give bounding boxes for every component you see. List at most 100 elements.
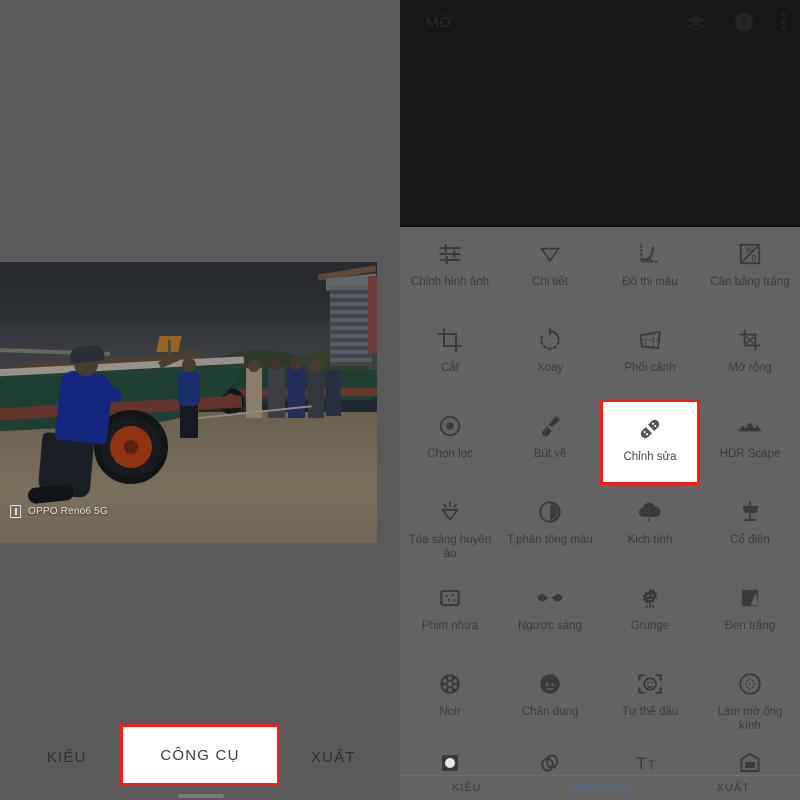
tool-nguoc-sang[interactable]: Ngược sáng: [500, 571, 600, 657]
vignette-icon: [438, 751, 462, 775]
stack-layers-icon[interactable]: [685, 11, 707, 33]
editor-topbar: MỞ: [400, 0, 800, 44]
tool-chan-dung[interactable]: Chân dung: [500, 657, 600, 743]
tool-grunge[interactable]: Grunge: [600, 571, 700, 657]
portrait-face-icon: [537, 667, 563, 701]
tool-tphan-tong-mau[interactable]: T.phản tông màu: [500, 485, 600, 571]
left-bottom-tabbar: KIỂU XUẤT CÔNG CỤ: [0, 724, 400, 786]
healing-bandage-icon: [636, 412, 664, 446]
crop-icon: [437, 323, 463, 357]
expand-icon: [737, 323, 763, 357]
rtab-xuat[interactable]: XUẤT: [667, 782, 800, 794]
black-white-icon: [737, 581, 763, 615]
head-pose-icon: [636, 667, 664, 701]
tool-label: T.phản tông màu: [507, 534, 593, 546]
tonal-contrast-icon: [537, 495, 563, 529]
svg-text:B: B: [751, 254, 756, 263]
tune-sliders-icon: [437, 237, 463, 271]
tool-tu-the-dau[interactable]: Tư thế đầu: [600, 657, 700, 743]
tool-toa-sang-huyen-ao[interactable]: Tỏa sáng huyền ảo: [400, 485, 500, 571]
tools-partial-grid: T T: [400, 747, 800, 775]
tool-label: Tỏa sáng huyền ảo: [408, 534, 492, 561]
text-icon: T T: [635, 751, 665, 775]
info-icon[interactable]: [733, 11, 755, 33]
retrolux-icon: [535, 581, 565, 615]
tab-kieu[interactable]: KIỂU: [0, 749, 133, 766]
tab-cong-cu-highlight-box[interactable]: CÔNG CỤ: [120, 724, 280, 786]
tool-label: Cân bằng trắng: [710, 276, 790, 288]
curves-icon: [637, 237, 663, 271]
tool-label: Bút vẽ: [533, 448, 567, 460]
tool-label: Cổ điển: [730, 534, 770, 546]
tool-label: Chân dung: [521, 706, 579, 718]
tool-xoay[interactable]: Xoay: [500, 313, 600, 399]
mountains-icon: [736, 409, 764, 443]
tool-chinh-hinh-anh[interactable]: Chỉnh hình ảnh: [400, 227, 500, 313]
tool-hdr-scape[interactable]: HDR Scape: [700, 399, 800, 485]
home-indicator: [178, 794, 224, 798]
tools-grid: Chỉnh hình ảnh Chi tiết Đồ thị màu W B C…: [400, 227, 800, 743]
white-balance-icon: W B: [737, 237, 763, 271]
screen-root: OPPO Reno6 5G KIỂU XUẤT CÔNG CỤ MỞ Chỉnh…: [0, 0, 800, 800]
editor-canvas-area[interactable]: [400, 44, 800, 227]
tool-frames[interactable]: [700, 751, 800, 775]
tool-noir[interactable]: Noir: [400, 657, 500, 743]
tool-vignette[interactable]: [400, 751, 500, 775]
tool-do-thi-mau[interactable]: Đồ thị màu: [600, 227, 700, 313]
triangle-down-icon: [537, 237, 563, 271]
tool-label: Chỉnh sửa: [623, 451, 677, 463]
tool-label: Đen trắng: [724, 620, 776, 632]
tool-co-dien[interactable]: Cổ điển: [700, 485, 800, 571]
open-button-label[interactable]: MỞ: [426, 14, 453, 31]
rtab-kieu[interactable]: KIỂU: [400, 782, 533, 794]
tool-can-bang-trang[interactable]: W B Cân bằng trắng: [700, 227, 800, 313]
watermark-text: OPPO Reno6 5G: [28, 506, 108, 517]
tool-phoi-canh[interactable]: Phối cảnh: [600, 313, 700, 399]
tool-label: Mở rộng: [728, 362, 772, 374]
overflow-menu-icon[interactable]: [781, 12, 786, 32]
tool-label: Phối cảnh: [624, 362, 676, 374]
right-panel: MỞ Chỉnh hình ảnh Chi tiết Đồ thị màu W …: [400, 0, 800, 800]
left-panel: OPPO Reno6 5G KIỂU XUẤT CÔNG CỤ: [0, 0, 400, 800]
right-bottom-tabbar: KIỂU CÔNG CỤ XUẤT: [400, 775, 800, 800]
tool-label: HDR Scape: [719, 448, 781, 460]
tool-cat[interactable]: Cắt: [400, 313, 500, 399]
rtab-cong-cu[interactable]: CÔNG CỤ: [533, 782, 666, 794]
tool-label: Phim nhựa: [421, 620, 479, 632]
tab-cong-cu-label: CÔNG CỤ: [160, 746, 240, 764]
tab-xuat[interactable]: XUẤT: [267, 749, 400, 766]
perspective-icon: [636, 323, 664, 357]
selective-dot-icon: [437, 409, 463, 443]
frames-icon: [738, 751, 762, 775]
tool-chon-loc[interactable]: Chọn lọc: [400, 399, 500, 485]
tools-partial-row: T T: [400, 747, 800, 775]
tool-double-exposure[interactable]: [500, 751, 600, 775]
tool-label: Chi tiết: [532, 276, 568, 288]
film-reel-icon: [437, 667, 463, 701]
svg-text:T: T: [648, 758, 656, 772]
photo-preview[interactable]: OPPO Reno6 5G: [0, 262, 377, 543]
tool-label: Kịch tính: [627, 534, 673, 546]
topbar-icon-group: [685, 11, 786, 33]
tool-phim-nhua[interactable]: Phim nhựa: [400, 571, 500, 657]
tool-kich-tinh[interactable]: Kịch tính: [600, 485, 700, 571]
tool-chi-tiet[interactable]: Chi tiết: [500, 227, 600, 313]
tool-chinh-sua[interactable]: Chỉnh sửa: [600, 399, 700, 485]
tool-mo-rong[interactable]: Mở rộng: [700, 313, 800, 399]
photo-dim-overlay: [0, 262, 377, 543]
rotate-icon: [537, 323, 563, 357]
tool-label: Noir: [439, 706, 461, 718]
tool-lam-mo-ong-kinh[interactable]: Làm mờ ống kính: [700, 657, 800, 743]
tool-text[interactable]: T T: [600, 751, 700, 775]
tools-panel: Chỉnh hình ảnh Chi tiết Đồ thị màu W B C…: [400, 227, 800, 747]
tool-label: Tư thế đầu: [621, 706, 679, 718]
tool-label: Cắt: [441, 362, 459, 374]
drama-cloud-icon: [636, 495, 664, 529]
tool-but-ve[interactable]: Bút vẽ: [500, 399, 600, 485]
grunge-icon: [637, 581, 663, 615]
tool-label: Xoay: [536, 362, 564, 374]
brush-icon: [537, 409, 563, 443]
glamour-glow-icon: [437, 495, 463, 529]
tool-label: Đồ thị màu: [622, 276, 678, 288]
tool-den-trang[interactable]: Đen trắng: [700, 571, 800, 657]
